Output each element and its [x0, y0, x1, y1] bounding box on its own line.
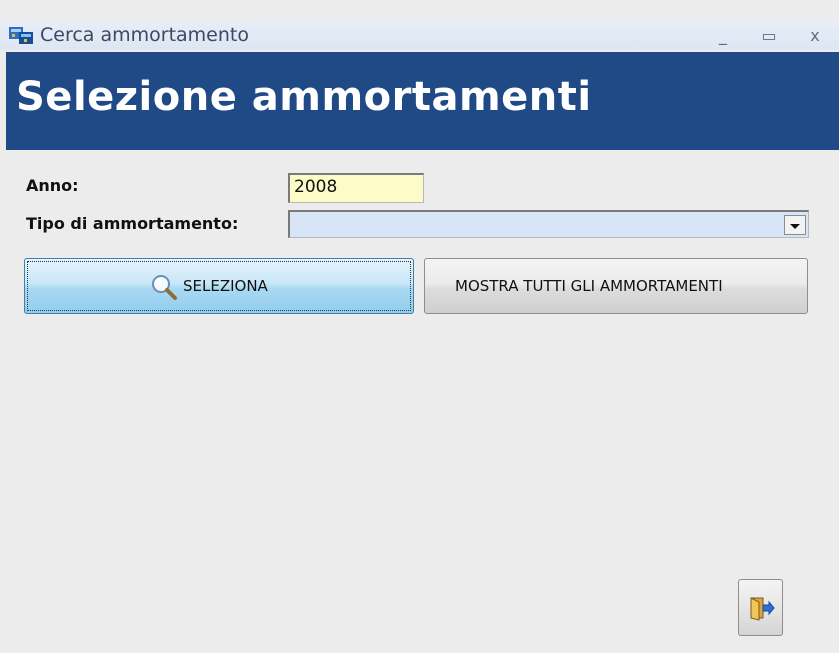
title-bar[interactable]: Cerca ammortamento _ ▭ x	[0, 20, 839, 50]
seleziona-label: SELEZIONA	[183, 277, 268, 295]
dropdown-arrow-icon[interactable]	[784, 215, 806, 235]
tipo-ammortamento-select[interactable]	[288, 210, 809, 238]
seleziona-button[interactable]: SELEZIONA	[24, 258, 414, 314]
exit-button[interactable]	[738, 579, 783, 636]
exit-door-icon	[749, 596, 775, 627]
tipo-ammortamento-label: Tipo di ammortamento:	[26, 214, 239, 233]
app-window: Cerca ammortamento _ ▭ x Selezione ammor…	[0, 0, 839, 653]
search-icon	[149, 272, 179, 307]
close-button[interactable]: x	[795, 20, 835, 50]
window-title: Cerca ammortamento	[40, 24, 249, 46]
minimize-button[interactable]: _	[703, 20, 743, 50]
mostra-tutti-button[interactable]: MOSTRA TUTTI GLI AMMORTAMENTI	[424, 258, 808, 314]
maximize-button[interactable]: ▭	[749, 20, 789, 50]
anno-input[interactable]: 2008	[288, 173, 424, 203]
header-banner: Selezione ammortamenti	[6, 52, 839, 150]
page-title: Selezione ammortamenti	[16, 74, 592, 120]
mostra-tutti-label: MOSTRA TUTTI GLI AMMORTAMENTI	[455, 277, 723, 295]
anno-label: Anno:	[26, 176, 79, 195]
app-icon	[8, 24, 36, 46]
